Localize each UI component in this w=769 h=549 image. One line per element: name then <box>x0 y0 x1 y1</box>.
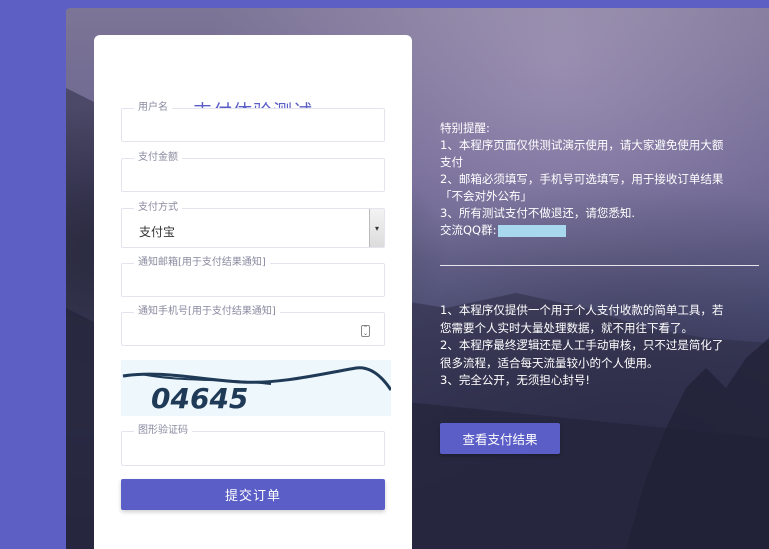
amount-field[interactable]: 支付金额 <box>121 152 385 192</box>
intro-line: 3、完全公开，无须担心封号! <box>440 373 590 387</box>
intro-line: 2、本程序最终逻辑还是人工手动审核，只不过是简化了 <box>440 338 724 352</box>
notice-heading: 特别提醒: <box>440 121 490 135</box>
payment-method-value: 支付宝 <box>139 225 176 239</box>
view-payment-result-button[interactable]: 查看支付结果 <box>440 423 560 454</box>
intro-line: 1、本程序仅提供一个用于个人支付收款的简单工具，若 <box>440 303 724 317</box>
username-label: 用户名 <box>134 102 172 114</box>
section-divider <box>440 265 759 266</box>
phone-label: 通知手机号[用于支付结果通知] <box>134 306 280 318</box>
captcha-input-field[interactable]: 图形验证码 <box>121 425 385 466</box>
submit-order-button[interactable]: 提交订单 <box>121 479 385 510</box>
captcha-text: 04645 <box>151 382 248 415</box>
qq-group-line: 交流QQ群: <box>440 222 760 239</box>
intro-section: 1、本程序仅提供一个用于个人支付收款的简单工具，若 您需要个人实时大量处理数据，… <box>440 302 760 390</box>
notice-section: 特别提醒: 1、本程序页面仅供测试演示使用，请大家避免使用大额 支付 2、邮箱必… <box>440 120 760 239</box>
captcha-input-label: 图形验证码 <box>134 425 192 437</box>
qq-number-redacted <box>498 224 567 237</box>
phone-field[interactable]: 通知手机号[用于支付结果通知] ⌃ ⌄ <box>121 306 385 346</box>
notice-line: 3、所有测试支付不做退还，请您悉知. <box>440 206 635 220</box>
notice-line: 1、本程序页面仅供测试演示使用，请大家避免使用大额 <box>440 138 724 152</box>
number-stepper-icon[interactable]: ⌃ ⌄ <box>361 325 370 337</box>
amount-label: 支付金额 <box>134 152 182 164</box>
notice-line: 2、邮箱必须填写，手机号可选填写，用于接收订单结果 <box>440 172 724 186</box>
notice-line: 「不会对外公布」 <box>440 189 532 203</box>
captcha-graphic: 04645 <box>122 366 393 415</box>
username-field[interactable]: 用户名 <box>121 102 385 142</box>
payment-method-select[interactable]: 支付方式 支付宝 ▾ <box>121 202 385 248</box>
notice-line: 支付 <box>440 155 463 169</box>
chevron-down-icon[interactable]: ▾ <box>369 209 384 247</box>
qq-label: 交流QQ群: <box>440 223 497 237</box>
intro-line: 很多流程，适合每天流量较小的个人使用。 <box>440 355 659 370</box>
email-field[interactable]: 通知邮箱[用于支付结果通知] <box>121 257 385 297</box>
intro-line: 您需要个人实时大量处理数据，就不用往下看了。 <box>440 320 693 335</box>
payment-method-label: 支付方式 <box>134 202 182 214</box>
captcha-image[interactable]: 04645 <box>121 360 393 416</box>
email-label: 通知邮箱[用于支付结果通知] <box>134 257 270 269</box>
